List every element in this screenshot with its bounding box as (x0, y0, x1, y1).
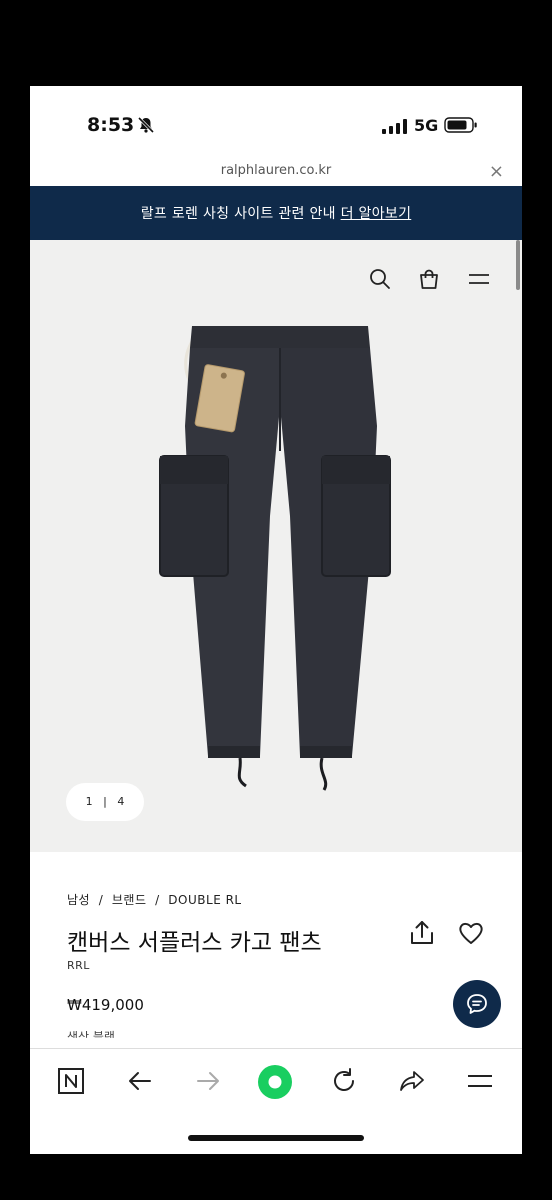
pager-current: 1 (85, 795, 93, 808)
silent-bell-icon (137, 116, 155, 134)
share-arrow-icon[interactable] (398, 1067, 426, 1095)
menu-icon[interactable] (466, 1067, 494, 1095)
gallery-pager: 1 | 4 (66, 783, 144, 821)
back-arrow-icon[interactable] (126, 1067, 154, 1095)
product-title: 캔버스 서플러스 카고 팬츠 (67, 930, 322, 956)
scrollbar-thumb[interactable] (516, 240, 520, 290)
signal-icon (382, 119, 407, 134)
browser-toolbar (30, 1048, 522, 1117)
product-photo[interactable] (130, 286, 430, 806)
chat-button[interactable] (453, 980, 501, 1028)
truncated-detail-text: 색상 블랙 (67, 1030, 115, 1038)
product-image-gallery[interactable]: 1 | 4 (30, 240, 522, 852)
forward-arrow-icon[interactable] (194, 1067, 222, 1095)
heart-icon[interactable] (457, 919, 485, 947)
refresh-icon[interactable] (330, 1067, 358, 1095)
share-icon[interactable] (408, 919, 436, 947)
chat-bubble-icon (467, 994, 487, 1014)
notice-banner: 랄프 로렌 사칭 사이트 관련 안내 더 알아보기 (30, 186, 522, 240)
pager-total: 4 (117, 795, 125, 808)
browser-url-bar[interactable]: ralphlauren.co.kr × (30, 156, 522, 186)
home-indicator[interactable] (188, 1135, 364, 1141)
phone-screen: 8:53 5G ralphlauren.co.kr × 랄프 로렌 사칭 사이트… (30, 86, 522, 1154)
status-bar: 8:53 5G (30, 86, 522, 154)
banner-text: 랄프 로렌 사칭 사이트 관련 안내 (140, 206, 336, 222)
pager-separator: | (103, 795, 107, 808)
close-icon[interactable]: × (489, 161, 504, 182)
product-brand: RRL (67, 959, 90, 972)
network-type: 5G (414, 116, 439, 135)
breadcrumb[interactable]: 남성 / 브랜드 / DOUBLE RL (67, 891, 242, 908)
learn-more-link[interactable]: 더 알아보기 (341, 206, 412, 222)
menu-icon[interactable] (467, 268, 491, 290)
battery-icon (444, 117, 477, 133)
status-time: 8:53 (87, 114, 135, 136)
green-dot-icon[interactable] (257, 1064, 293, 1100)
product-price: ₩419,000 (67, 996, 144, 1014)
product-info: 남성 / 브랜드 / DOUBLE RL 캔버스 서플러스 카고 팬츠 RRL … (30, 852, 522, 1052)
naver-n-icon[interactable] (57, 1067, 85, 1095)
url-text[interactable]: ralphlauren.co.kr (30, 163, 522, 178)
